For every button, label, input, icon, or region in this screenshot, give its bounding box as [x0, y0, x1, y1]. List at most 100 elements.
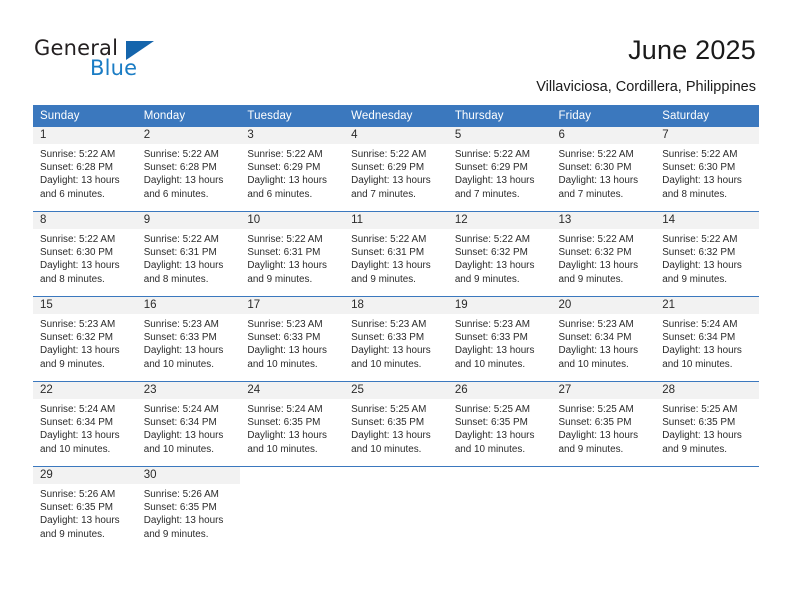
- day-cell-17[interactable]: 17 Sunrise: 5:23 AM Sunset: 6:33 PM Dayl…: [240, 297, 345, 381]
- calendar-cell[interactable]: 2 Sunrise: 5:22 AM Sunset: 6:28 PM Dayli…: [136, 127, 241, 212]
- day-cell-1[interactable]: 1 Sunrise: 5:22 AM Sunset: 6:28 PM Dayli…: [33, 127, 137, 211]
- day-number: [240, 467, 344, 484]
- day-cell-25[interactable]: 25 Sunrise: 5:25 AM Sunset: 6:35 PM Dayl…: [344, 382, 448, 466]
- sunrise-text: Sunrise: 5:23 AM: [558, 319, 634, 330]
- day-details: Sunrise: 5:22 AM Sunset: 6:32 PM Dayligh…: [448, 229, 552, 286]
- daylight-text-line2: and 9 minutes.: [40, 528, 105, 540]
- day-details: Sunrise: 5:22 AM Sunset: 6:31 PM Dayligh…: [137, 229, 241, 286]
- day-cell-18[interactable]: 18 Sunrise: 5:23 AM Sunset: 6:33 PM Dayl…: [344, 297, 448, 381]
- calendar-cell[interactable]: 15 Sunrise: 5:23 AM Sunset: 6:32 PM Dayl…: [33, 296, 137, 382]
- calendar-cell[interactable]: 5 Sunrise: 5:22 AM Sunset: 6:29 PM Dayli…: [447, 127, 552, 212]
- daylight-text-line1: Daylight: 13 hours: [662, 175, 742, 187]
- daylight-text-line2: and 9 minutes.: [558, 443, 624, 455]
- calendar-cell[interactable]: 12 Sunrise: 5:22 AM Sunset: 6:32 PM Dayl…: [447, 211, 552, 297]
- day-cell-15[interactable]: 15 Sunrise: 5:23 AM Sunset: 6:32 PM Dayl…: [33, 297, 137, 381]
- day-cell-27[interactable]: 27 Sunrise: 5:25 AM Sunset: 6:35 PM Dayl…: [551, 382, 656, 466]
- day-cell-29[interactable]: 29 Sunrise: 5:26 AM Sunset: 6:35 PM Dayl…: [33, 467, 137, 551]
- day-cell-2[interactable]: 2 Sunrise: 5:22 AM Sunset: 6:28 PM Dayli…: [136, 127, 241, 211]
- daylight-text-line1: Daylight: 13 hours: [247, 175, 327, 187]
- day-cell-19[interactable]: 19 Sunrise: 5:23 AM Sunset: 6:33 PM Dayl…: [447, 297, 552, 381]
- day-cell-3[interactable]: 3 Sunrise: 5:22 AM Sunset: 6:29 PM Dayli…: [240, 127, 345, 211]
- day-cell-24[interactable]: 24 Sunrise: 5:24 AM Sunset: 6:35 PM Dayl…: [240, 382, 345, 466]
- daylight-text-line1: Daylight: 13 hours: [558, 430, 639, 442]
- calendar-cell[interactable]: 11 Sunrise: 5:22 AM Sunset: 6:31 PM Dayl…: [344, 211, 448, 297]
- sunset-text: Sunset: 6:28 PM: [143, 162, 217, 174]
- calendar-cell[interactable]: 20 Sunrise: 5:23 AM Sunset: 6:34 PM Dayl…: [551, 296, 656, 382]
- calendar-cell[interactable]: 23 Sunrise: 5:24 AM Sunset: 6:34 PM Dayl…: [136, 381, 241, 467]
- weekday-header-thursday: Thursday: [447, 105, 552, 127]
- calendar-cell[interactable]: 16 Sunrise: 5:23 AM Sunset: 6:33 PM Dayl…: [136, 296, 241, 382]
- day-cell-11[interactable]: 11 Sunrise: 5:22 AM Sunset: 6:31 PM Dayl…: [344, 212, 448, 296]
- day-cell-8[interactable]: 8 Sunrise: 5:22 AM Sunset: 6:30 PM Dayli…: [33, 212, 137, 296]
- sunrise-text: Sunrise: 5:25 AM: [662, 404, 738, 415]
- day-cell-empty: [448, 467, 552, 551]
- day-number: 24: [240, 382, 345, 399]
- day-details: Sunrise: 5:25 AM Sunset: 6:35 PM Dayligh…: [448, 399, 552, 456]
- calendar-cell[interactable]: 18 Sunrise: 5:23 AM Sunset: 6:33 PM Dayl…: [344, 296, 448, 382]
- day-cell-22[interactable]: 22 Sunrise: 5:24 AM Sunset: 6:34 PM Dayl…: [33, 382, 137, 466]
- daylight-text-line2: and 9 minutes.: [662, 443, 727, 455]
- day-cell-23[interactable]: 23 Sunrise: 5:24 AM Sunset: 6:34 PM Dayl…: [136, 382, 241, 466]
- general-blue-logo[interactable]: General Blue: [34, 36, 174, 82]
- calendar-cell[interactable]: 28 Sunrise: 5:25 AM Sunset: 6:35 PM Dayl…: [655, 381, 759, 467]
- calendar-cell[interactable]: 29 Sunrise: 5:26 AM Sunset: 6:35 PM Dayl…: [33, 466, 137, 551]
- day-number: 1: [33, 127, 137, 144]
- day-details: Sunrise: 5:24 AM Sunset: 6:35 PM Dayligh…: [240, 399, 344, 456]
- sunrise-text: Sunrise: 5:22 AM: [143, 149, 219, 160]
- day-cell-5[interactable]: 5 Sunrise: 5:22 AM Sunset: 6:29 PM Dayli…: [447, 127, 552, 211]
- day-cell-12[interactable]: 12 Sunrise: 5:22 AM Sunset: 6:32 PM Dayl…: [447, 212, 552, 296]
- calendar-cell[interactable]: 26 Sunrise: 5:25 AM Sunset: 6:35 PM Dayl…: [447, 381, 552, 467]
- day-cell-6[interactable]: 6 Sunrise: 5:22 AM Sunset: 6:30 PM Dayli…: [551, 127, 656, 211]
- calendar-cell[interactable]: 21 Sunrise: 5:24 AM Sunset: 6:34 PM Dayl…: [655, 296, 759, 382]
- daylight-text-line2: and 9 minutes.: [247, 273, 313, 285]
- calendar-cell[interactable]: 27 Sunrise: 5:25 AM Sunset: 6:35 PM Dayl…: [551, 381, 656, 467]
- day-number: 12: [447, 212, 552, 229]
- daylight-text-line2: and 9 minutes.: [351, 273, 416, 285]
- calendar-cell[interactable]: 24 Sunrise: 5:24 AM Sunset: 6:35 PM Dayl…: [240, 381, 345, 467]
- calendar-cell[interactable]: 7 Sunrise: 5:22 AM Sunset: 6:30 PM Dayli…: [655, 127, 759, 212]
- sunrise-text: Sunrise: 5:22 AM: [662, 234, 738, 245]
- day-cell-28[interactable]: 28 Sunrise: 5:25 AM Sunset: 6:35 PM Dayl…: [655, 382, 759, 466]
- day-cell-20[interactable]: 20 Sunrise: 5:23 AM Sunset: 6:34 PM Dayl…: [551, 297, 656, 381]
- calendar-cell[interactable]: 3 Sunrise: 5:22 AM Sunset: 6:29 PM Dayli…: [240, 127, 345, 212]
- sunrise-text: Sunrise: 5:23 AM: [40, 319, 116, 330]
- day-cell-21[interactable]: 21 Sunrise: 5:24 AM Sunset: 6:34 PM Dayl…: [655, 297, 759, 381]
- calendar-cell[interactable]: 1 Sunrise: 5:22 AM Sunset: 6:28 PM Dayli…: [33, 127, 137, 212]
- day-cell-4[interactable]: 4 Sunrise: 5:22 AM Sunset: 6:29 PM Dayli…: [344, 127, 448, 211]
- calendar-cell[interactable]: 6 Sunrise: 5:22 AM Sunset: 6:30 PM Dayli…: [551, 127, 656, 212]
- day-cell-10[interactable]: 10 Sunrise: 5:22 AM Sunset: 6:31 PM Dayl…: [240, 212, 345, 296]
- day-cell-30[interactable]: 30 Sunrise: 5:26 AM Sunset: 6:35 PM Dayl…: [136, 467, 241, 551]
- day-number: 3: [240, 127, 345, 144]
- calendar-cell[interactable]: 22 Sunrise: 5:24 AM Sunset: 6:34 PM Dayl…: [33, 381, 137, 467]
- day-cell-26[interactable]: 26 Sunrise: 5:25 AM Sunset: 6:35 PM Dayl…: [447, 382, 552, 466]
- weekday-header-saturday: Saturday: [655, 105, 759, 127]
- day-cell-7[interactable]: 7 Sunrise: 5:22 AM Sunset: 6:30 PM Dayli…: [655, 127, 759, 211]
- day-details: Sunrise: 5:26 AM Sunset: 6:35 PM Dayligh…: [33, 484, 137, 541]
- logo-text-blue: Blue: [90, 56, 138, 80]
- calendar-cell[interactable]: 9 Sunrise: 5:22 AM Sunset: 6:31 PM Dayli…: [136, 211, 241, 297]
- day-number: 6: [551, 127, 656, 144]
- day-details: Sunrise: 5:22 AM Sunset: 6:31 PM Dayligh…: [344, 229, 448, 286]
- weekday-header-friday: Friday: [551, 105, 656, 127]
- calendar-cell[interactable]: 25 Sunrise: 5:25 AM Sunset: 6:35 PM Dayl…: [344, 381, 448, 467]
- day-cell-16[interactable]: 16 Sunrise: 5:23 AM Sunset: 6:33 PM Dayl…: [136, 297, 241, 381]
- calendar-cell[interactable]: 19 Sunrise: 5:23 AM Sunset: 6:33 PM Dayl…: [447, 296, 552, 382]
- day-details: Sunrise: 5:24 AM Sunset: 6:34 PM Dayligh…: [655, 314, 759, 371]
- sunrise-sunset-calendar-table: Sunday Monday Tuesday Wednesday Thursday…: [33, 105, 759, 551]
- calendar-cell[interactable]: 13 Sunrise: 5:22 AM Sunset: 6:32 PM Dayl…: [551, 211, 656, 297]
- calendar-cell[interactable]: 30 Sunrise: 5:26 AM Sunset: 6:35 PM Dayl…: [136, 466, 241, 551]
- calendar-cell[interactable]: 4 Sunrise: 5:22 AM Sunset: 6:29 PM Dayli…: [344, 127, 448, 212]
- day-number: 28: [655, 382, 759, 399]
- day-cell-9[interactable]: 9 Sunrise: 5:22 AM Sunset: 6:31 PM Dayli…: [136, 212, 241, 296]
- sunset-text: Sunset: 6:31 PM: [143, 247, 217, 259]
- daylight-text-line1: Daylight: 13 hours: [351, 430, 431, 442]
- sunrise-text: Sunrise: 5:26 AM: [143, 489, 219, 500]
- day-number: 9: [136, 212, 241, 229]
- day-details: Sunrise: 5:22 AM Sunset: 6:28 PM Dayligh…: [137, 144, 241, 201]
- calendar-cell[interactable]: 17 Sunrise: 5:23 AM Sunset: 6:33 PM Dayl…: [240, 296, 345, 382]
- calendar-cell[interactable]: 8 Sunrise: 5:22 AM Sunset: 6:30 PM Dayli…: [33, 211, 137, 297]
- day-cell-14[interactable]: 14 Sunrise: 5:22 AM Sunset: 6:32 PM Dayl…: [655, 212, 759, 296]
- day-cell-13[interactable]: 13 Sunrise: 5:22 AM Sunset: 6:32 PM Dayl…: [551, 212, 656, 296]
- calendar-cell[interactable]: 10 Sunrise: 5:22 AM Sunset: 6:31 PM Dayl…: [240, 211, 345, 297]
- calendar-cell[interactable]: 14 Sunrise: 5:22 AM Sunset: 6:32 PM Dayl…: [655, 211, 759, 297]
